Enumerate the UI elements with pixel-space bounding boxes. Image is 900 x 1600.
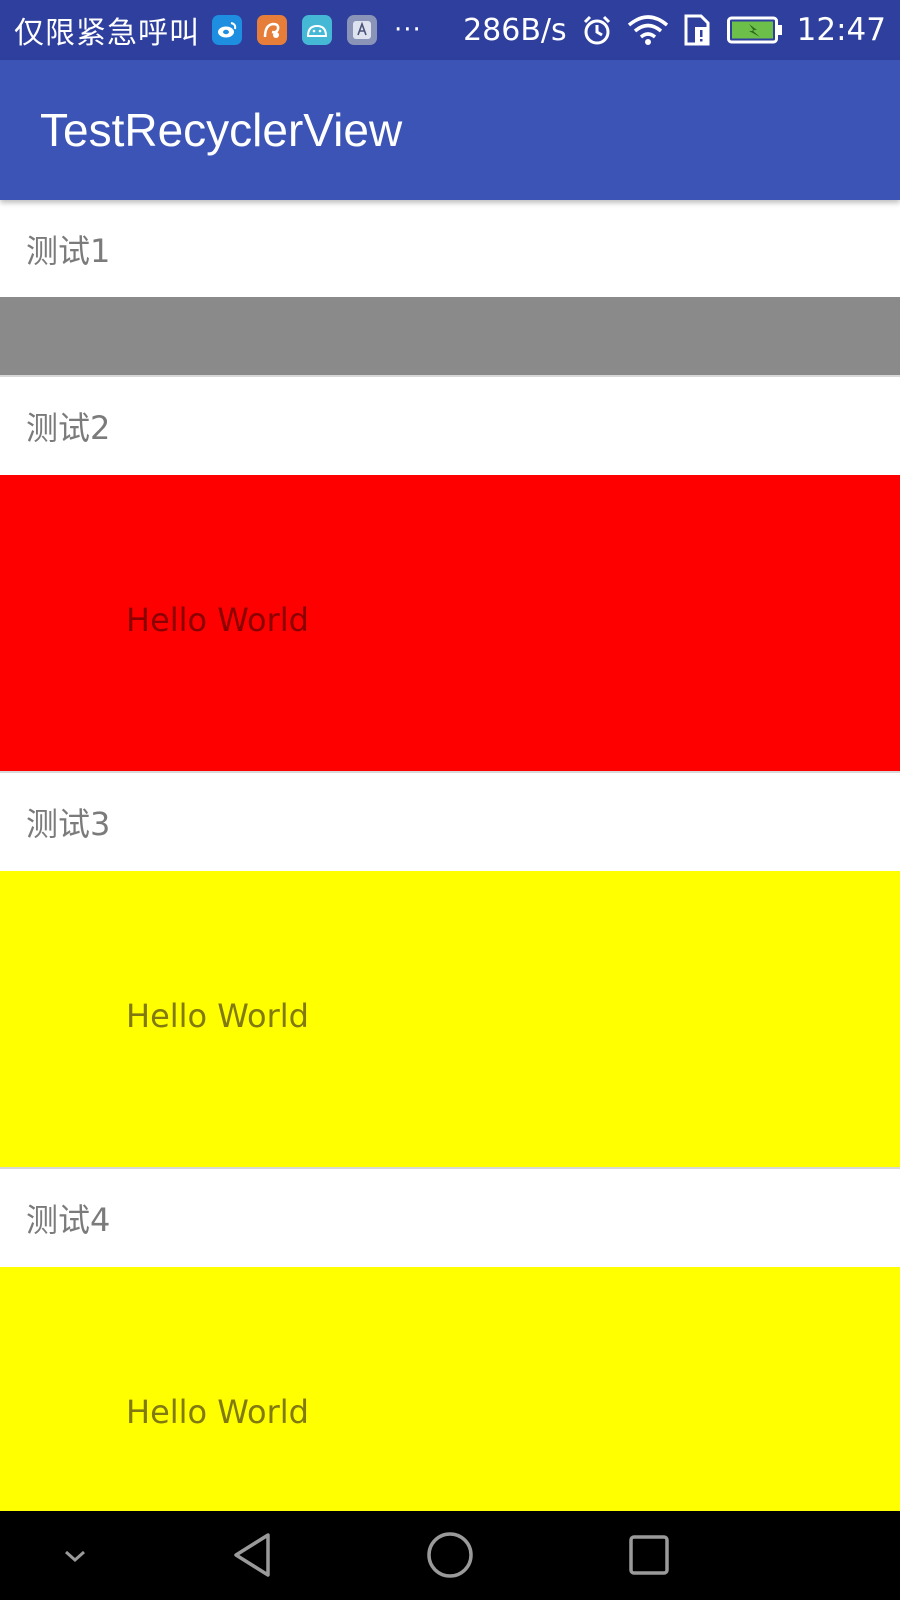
hello-world-label: Hello World [126, 601, 309, 639]
hello-world-label: Hello World [126, 997, 309, 1035]
list-item-body[interactable] [0, 297, 900, 375]
list-item-body[interactable]: Hello World [0, 475, 900, 771]
more-notifications-icon: ··· [394, 15, 422, 45]
list-item-title[interactable]: 测试1 [0, 200, 900, 297]
network-speed: 286B/s [463, 12, 567, 48]
list-item-title[interactable]: 测试3 [0, 773, 900, 871]
weibo-icon [212, 15, 242, 45]
recycler-list[interactable]: 测试1 测试2 Hello World 测试3 Hello World 测试4 … [0, 200, 900, 1511]
android-icon [302, 15, 332, 45]
app-bar: TestRecyclerView [0, 60, 900, 200]
alarm-icon [581, 14, 613, 46]
uc-browser-icon [257, 15, 287, 45]
status-bar: 仅限紧急呼叫 ··· 286B/s 12:47 [0, 0, 900, 60]
app-title: TestRecyclerView [40, 104, 403, 156]
chevron-down-icon[interactable] [50, 1531, 100, 1581]
clock: 12:47 [796, 12, 886, 48]
list-item-title[interactable]: 测试4 [0, 1169, 900, 1267]
battery-icon [726, 16, 783, 44]
hello-world-label: Hello World [126, 1393, 309, 1431]
status-left: 仅限紧急呼叫 ··· [14, 8, 422, 52]
back-button[interactable] [220, 1523, 284, 1587]
font-a-icon [347, 15, 377, 45]
list-item-title[interactable]: 测试2 [0, 377, 900, 475]
navigation-bar [0, 1511, 900, 1600]
sim-icon [683, 13, 713, 47]
home-button[interactable] [418, 1523, 482, 1587]
status-right: 286B/s 12:47 [463, 12, 886, 48]
recents-button[interactable] [617, 1523, 681, 1587]
list-item-body[interactable]: Hello World [0, 871, 900, 1167]
wifi-icon [627, 14, 669, 46]
list-item-body[interactable]: Hello World [0, 1267, 900, 1511]
carrier-text: 仅限紧急呼叫 [14, 16, 200, 51]
